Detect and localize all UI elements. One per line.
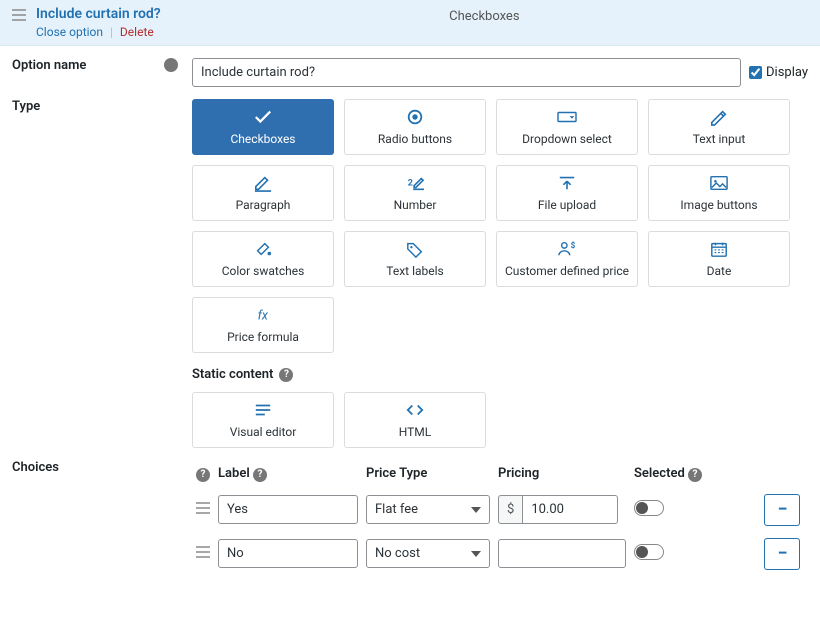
type-text-input[interactable]: Text input bbox=[648, 99, 790, 155]
remove-choice-button[interactable]: − bbox=[764, 494, 800, 526]
type-dropdown[interactable]: Dropdown select bbox=[496, 99, 638, 155]
col-pricing: Pricing bbox=[498, 466, 539, 481]
choice-price-input[interactable] bbox=[498, 539, 626, 568]
type-date[interactable]: Date bbox=[648, 231, 790, 287]
currency-symbol: $ bbox=[498, 495, 522, 524]
choices-section: Choices ? Label ? Price Type Pricing Sel… bbox=[0, 454, 820, 582]
selected-toggle[interactable] bbox=[634, 544, 664, 560]
drag-handle-icon[interactable] bbox=[196, 547, 210, 562]
paint-icon bbox=[252, 240, 274, 258]
number-icon: 2 bbox=[404, 174, 426, 192]
calendar-icon bbox=[708, 240, 730, 258]
svg-text:2: 2 bbox=[408, 179, 413, 189]
type-number[interactable]: 2 Number bbox=[344, 165, 486, 221]
type-customer-price[interactable]: $ Customer defined price bbox=[496, 231, 638, 287]
type-paragraph[interactable]: Paragraph bbox=[192, 165, 334, 221]
choice-price-input[interactable] bbox=[522, 495, 618, 524]
choice-row: No cost − bbox=[192, 532, 808, 576]
image-icon bbox=[708, 174, 730, 192]
static-cards: Visual editor HTML bbox=[192, 392, 808, 448]
selected-toggle[interactable] bbox=[634, 500, 664, 516]
choices-table: ? Label ? Price Type Pricing Selected ? … bbox=[192, 460, 808, 576]
type-text-labels[interactable]: Text labels bbox=[344, 231, 486, 287]
delete-option-link[interactable]: Delete bbox=[120, 25, 154, 39]
help-icon[interactable]: ? bbox=[688, 468, 702, 482]
code-icon bbox=[404, 401, 426, 419]
help-icon[interactable]: ? bbox=[196, 468, 210, 482]
type-visual-editor[interactable]: Visual editor bbox=[192, 392, 334, 448]
choices-label: Choices bbox=[12, 460, 59, 576]
col-price-type: Price Type bbox=[366, 466, 427, 481]
display-toggle[interactable]: Display bbox=[749, 65, 808, 80]
static-content-label: Static content bbox=[192, 367, 273, 382]
type-cards: Checkboxes Radio buttons Dropdown select… bbox=[192, 99, 808, 353]
choice-price-type-select[interactable]: Flat fee bbox=[366, 495, 490, 524]
help-icon[interactable]: ? bbox=[253, 468, 267, 482]
type-html[interactable]: HTML bbox=[344, 392, 486, 448]
choice-label-input[interactable] bbox=[218, 495, 358, 524]
choice-price-type-select[interactable]: No cost bbox=[366, 539, 490, 568]
type-color-swatches[interactable]: Color swatches bbox=[192, 231, 334, 287]
col-selected: Selected bbox=[634, 466, 685, 481]
drag-handle-icon[interactable] bbox=[196, 503, 210, 518]
col-label: Label bbox=[218, 466, 250, 481]
display-checkbox[interactable] bbox=[749, 66, 762, 79]
check-icon bbox=[252, 108, 274, 126]
separator: | bbox=[110, 25, 113, 39]
close-option-link[interactable]: Close option bbox=[36, 25, 103, 39]
pencil-line-icon bbox=[252, 174, 274, 192]
dropdown-icon bbox=[556, 108, 578, 126]
option-header: Include curtain rod? Close option | Dele… bbox=[0, 0, 820, 46]
editor-icon bbox=[252, 401, 274, 419]
header-left: Include curtain rod? Close option | Dele… bbox=[36, 6, 161, 39]
display-label: Display bbox=[766, 65, 808, 80]
option-name-section: Option name ? Display bbox=[0, 46, 820, 93]
radio-icon bbox=[404, 108, 426, 126]
help-icon[interactable]: ? bbox=[164, 58, 178, 72]
choice-row: Flat fee $ − bbox=[192, 488, 808, 532]
option-title: Include curtain rod? bbox=[36, 6, 161, 22]
option-name-input[interactable] bbox=[192, 58, 741, 87]
remove-choice-button[interactable]: − bbox=[764, 538, 800, 570]
type-price-formula[interactable]: fx Price formula bbox=[192, 297, 334, 353]
choice-label-input[interactable] bbox=[218, 539, 358, 568]
formula-icon: fx bbox=[252, 306, 274, 324]
type-file-upload[interactable]: File upload bbox=[496, 165, 638, 221]
person-price-icon: $ bbox=[556, 240, 578, 258]
drag-handle-icon[interactable] bbox=[12, 9, 26, 25]
pencil-icon bbox=[708, 108, 730, 126]
help-icon[interactable]: ? bbox=[279, 368, 293, 382]
type-label: Type bbox=[12, 99, 40, 448]
type-image-buttons[interactable]: Image buttons bbox=[648, 165, 790, 221]
option-name-label: Option name bbox=[12, 58, 86, 87]
upload-icon bbox=[556, 174, 578, 192]
option-type-indicator: Checkboxes bbox=[161, 9, 808, 24]
svg-text:$: $ bbox=[571, 240, 576, 250]
type-section: Type Checkboxes Radio buttons Dropdown s… bbox=[0, 93, 820, 454]
type-checkboxes[interactable]: Checkboxes bbox=[192, 99, 334, 155]
tag-icon bbox=[404, 240, 426, 258]
type-radio[interactable]: Radio buttons bbox=[344, 99, 486, 155]
svg-text:fx: fx bbox=[258, 309, 269, 324]
